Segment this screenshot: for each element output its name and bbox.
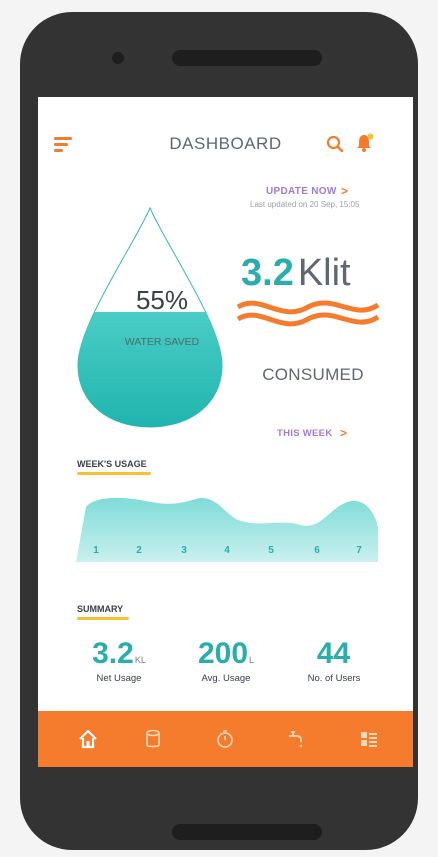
day-label: 1 bbox=[93, 545, 99, 556]
tank-icon[interactable] bbox=[142, 728, 164, 750]
home-bar bbox=[172, 824, 322, 840]
users-stat: 44 No. of Users bbox=[279, 637, 389, 684]
search-icon[interactable] bbox=[326, 135, 344, 153]
tap-icon[interactable] bbox=[285, 728, 307, 750]
stat-unit: L bbox=[249, 655, 255, 665]
chevron-right-icon[interactable]: > bbox=[340, 426, 347, 440]
notification-dot bbox=[367, 133, 374, 140]
camera-dot bbox=[112, 52, 124, 64]
stat-value: 44 bbox=[316, 637, 351, 670]
this-week-selector[interactable]: THIS WEEK bbox=[277, 428, 332, 439]
stat-value: 3.2 bbox=[92, 637, 134, 670]
weeks-usage-title: WEEK'S USAGE bbox=[77, 459, 147, 469]
day-label: 4 bbox=[224, 545, 230, 556]
chevron-right-icon[interactable]: > bbox=[341, 184, 348, 198]
bottom-nav-bar bbox=[38, 711, 413, 767]
stat-value: 200 bbox=[197, 637, 249, 670]
stat-unit: KL bbox=[134, 655, 146, 665]
water-level-fill bbox=[78, 312, 222, 427]
app-header: DASHBOARD bbox=[38, 97, 413, 167]
speaker-grille bbox=[172, 50, 322, 66]
day-label: 7 bbox=[356, 545, 362, 556]
consumed-amount: 3.2 Klit bbox=[241, 252, 351, 295]
app-screen: DASHBOARD UPDATE NOW > Last updated on 2… bbox=[38, 97, 413, 767]
timer-icon[interactable] bbox=[214, 728, 236, 750]
wave-decoration-icon bbox=[236, 300, 380, 327]
day-label: 2 bbox=[136, 545, 142, 556]
home-icon[interactable] bbox=[77, 728, 99, 750]
water-saved-label: WATER SAVED bbox=[124, 336, 200, 348]
list-icon[interactable] bbox=[358, 728, 380, 750]
consumed-unit: Klit bbox=[297, 252, 351, 294]
day-label: 6 bbox=[314, 545, 320, 556]
day-label: 3 bbox=[181, 545, 187, 556]
consumed-value: 3.2 bbox=[241, 252, 294, 294]
last-updated-text: Last updated on 20 Sep, 15:05 bbox=[250, 200, 360, 209]
bell-icon[interactable] bbox=[355, 133, 375, 153]
stat-label: Avg. Usage bbox=[201, 673, 251, 684]
update-now-link[interactable]: UPDATE NOW bbox=[266, 186, 337, 197]
water-saved-percent: 55% bbox=[135, 285, 189, 315]
avg-usage-stat: 200L Avg. Usage bbox=[171, 637, 281, 684]
summary-title: SUMMARY bbox=[77, 604, 124, 614]
stat-label: Net Usage bbox=[96, 673, 142, 684]
water-drop-gauge bbox=[77, 206, 223, 428]
title-underline bbox=[77, 617, 129, 620]
net-usage-stat: 3.2KL Net Usage bbox=[64, 637, 174, 684]
day-label: 5 bbox=[268, 545, 274, 556]
stat-label: No. of Users bbox=[307, 673, 361, 684]
weekly-usage-chart: 1 2 3 4 5 6 7 bbox=[76, 497, 378, 562]
title-underline bbox=[77, 472, 151, 475]
consumed-label: CONSUMED bbox=[262, 365, 364, 384]
